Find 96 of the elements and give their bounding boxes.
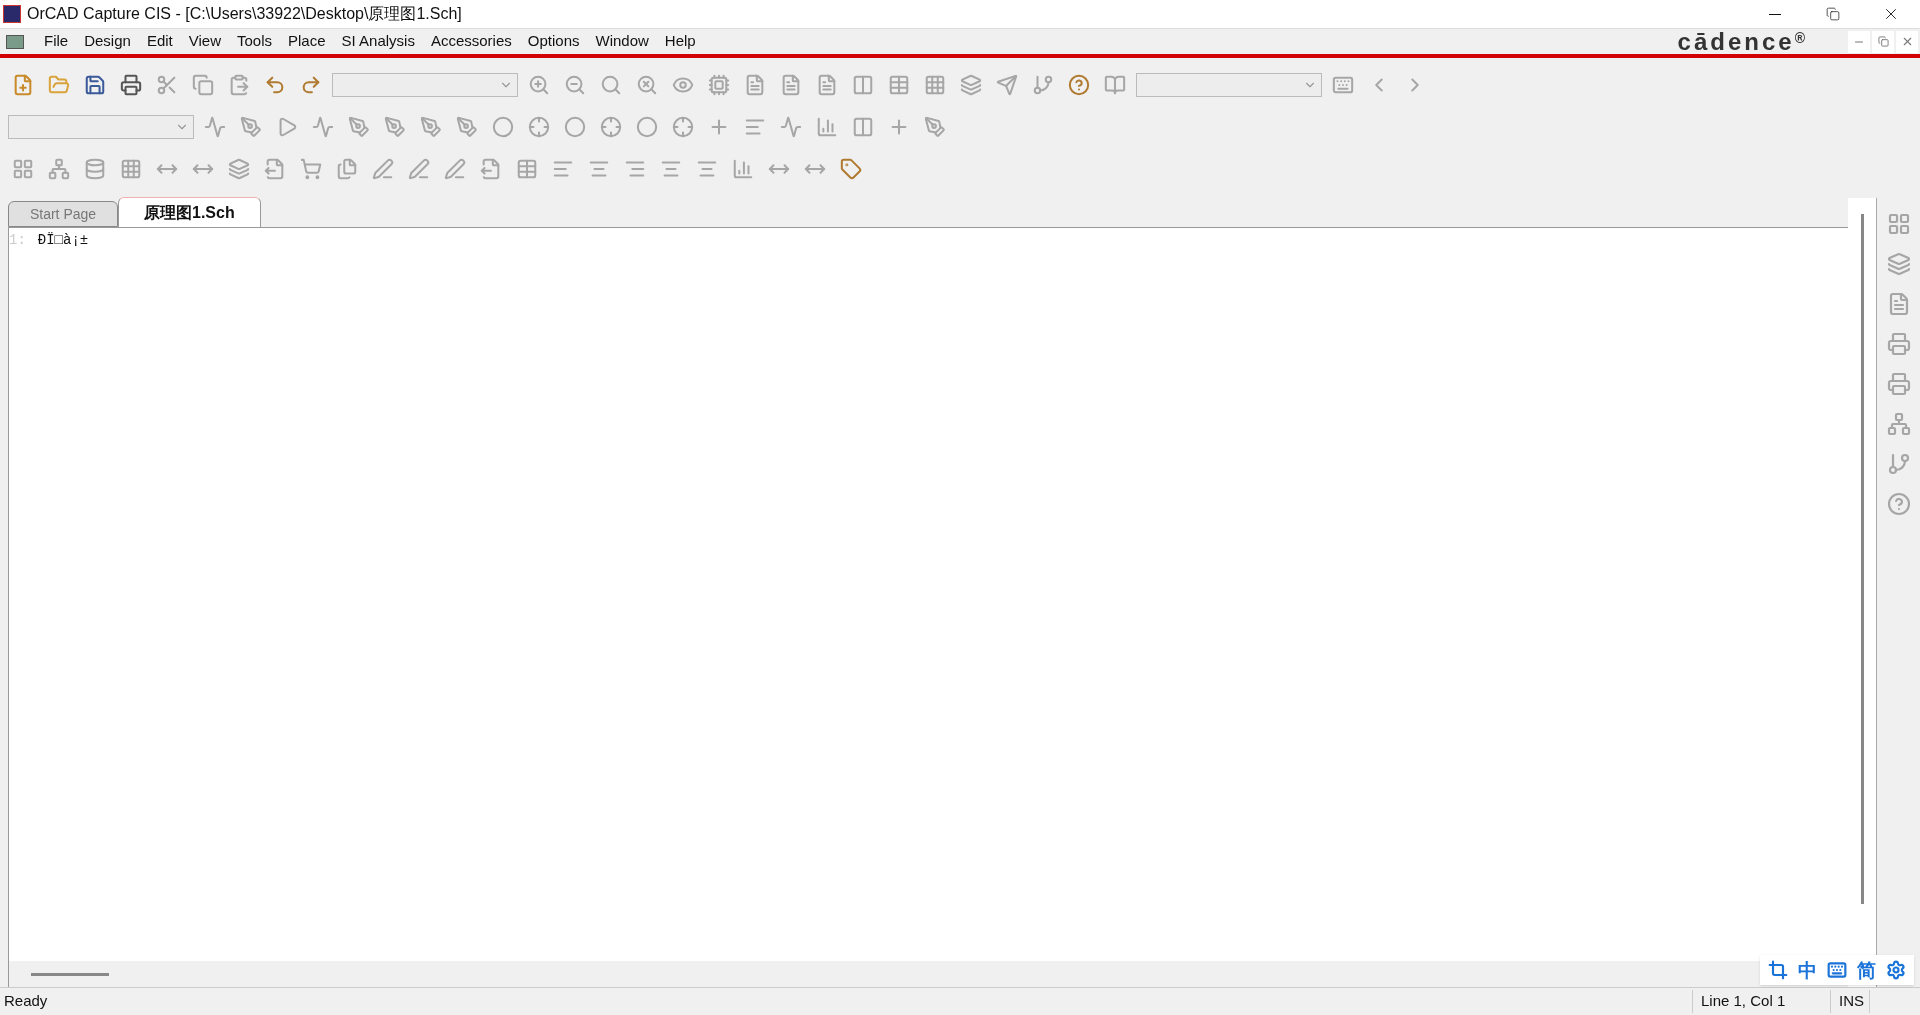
waveform-icon: [204, 116, 226, 138]
settings-icon: [1886, 960, 1906, 980]
pen-icon: [924, 116, 946, 138]
menu-item[interactable]: Tools: [229, 29, 280, 54]
copy-icon: [192, 74, 214, 96]
save-icon: [84, 74, 106, 96]
circle-icon: [564, 116, 586, 138]
send-icon: [996, 74, 1018, 96]
grid-icon: [120, 158, 142, 180]
undo-icon: [264, 74, 286, 96]
close-button[interactable]: [1896, 30, 1918, 53]
menu-item[interactable]: File: [36, 29, 77, 54]
minimize-button[interactable]: [1848, 30, 1870, 53]
menu-item[interactable]: Options: [519, 29, 588, 54]
circle-icon: [636, 116, 658, 138]
dropdown-field[interactable]: [8, 115, 194, 139]
insert-mode: INS: [1830, 990, 1870, 1013]
scrollbar-thumb[interactable]: [31, 972, 109, 976]
ime-mode-button[interactable]: 中: [1798, 960, 1817, 980]
cadence-logo: cādence$^{®}$: [1677, 29, 1808, 54]
help-icon: [1068, 74, 1090, 96]
grid-icon: [12, 158, 34, 180]
grid-icon: [1886, 212, 1911, 236]
menu-item[interactable]: Place: [280, 29, 334, 54]
printer-icon: [1886, 372, 1911, 396]
zoom-in-icon: [528, 74, 550, 96]
menu-item[interactable]: Design: [76, 29, 139, 54]
new-file-icon: [12, 74, 34, 96]
chip-icon: [708, 74, 730, 96]
table-icon: [516, 158, 538, 180]
menu-item[interactable]: Accessories: [422, 29, 520, 54]
menu-item[interactable]: View: [180, 29, 229, 54]
status-message: Ready: [3, 991, 49, 1012]
grid-icon: [924, 74, 946, 96]
files-icon: [336, 158, 358, 180]
cursor-position: Line 1, Col 1: [1692, 990, 1830, 1013]
export-icon: [480, 158, 502, 180]
edit-icon: [372, 158, 394, 180]
menu-item[interactable]: Edit: [138, 29, 181, 54]
help-icon: [1886, 492, 1911, 516]
menu-item[interactable]: SI Analysis: [333, 29, 423, 54]
printer-icon: [120, 74, 142, 96]
export-icon: [264, 158, 286, 180]
book-icon: [1104, 74, 1126, 96]
document-icon: [816, 74, 838, 96]
keyboard-icon: [1332, 74, 1354, 96]
edit-icon: [444, 158, 466, 180]
document-tab[interactable]: Start Page: [8, 201, 118, 227]
crop-button[interactable]: [1768, 960, 1788, 980]
menu-item[interactable]: Window: [587, 29, 657, 54]
bar-chart-icon: [732, 158, 754, 180]
restore-icon: [1826, 7, 1840, 21]
document-icon: [6, 34, 24, 49]
paste-icon: [228, 74, 250, 96]
columns-icon: [852, 74, 874, 96]
restore-icon: [1877, 36, 1889, 47]
redo-icon: [300, 74, 322, 96]
keyboard-button[interactable]: [1827, 960, 1847, 980]
columns-icon: [852, 116, 874, 138]
folder-icon: [48, 74, 70, 96]
waveform-icon: [780, 116, 802, 138]
dropdown-field[interactable]: [1136, 73, 1322, 97]
magnifier-icon: [636, 74, 658, 96]
diagram-icon: [1886, 412, 1911, 436]
document-icon: [744, 74, 766, 96]
crop-icon: [1768, 960, 1788, 980]
scrollbar-thumb[interactable]: [1860, 214, 1864, 904]
cart-icon: [300, 158, 322, 180]
minimize-icon: [1769, 13, 1781, 15]
dropdown-field[interactable]: [332, 73, 518, 97]
network-icon: [48, 158, 70, 180]
database-icon: [84, 158, 106, 180]
waveform-icon: [312, 116, 334, 138]
zoom-out-icon: [564, 74, 586, 96]
document-icon: [780, 74, 802, 96]
restore-button[interactable]: [1872, 30, 1894, 53]
magnifier-icon: [600, 74, 622, 96]
table-icon: [888, 74, 910, 96]
code-line: ÐÏ□à¡±: [37, 231, 89, 250]
window-title: OrCAD Capture CIS - [C:\Users\33922\Desktop\原理图1.Sch]: [27, 4, 463, 24]
pencil-icon: [240, 116, 262, 138]
circle-icon: [492, 116, 514, 138]
scissors-icon: [156, 74, 178, 96]
settings-button[interactable]: [1886, 960, 1906, 980]
ime-mode-button[interactable]: 简: [1857, 960, 1876, 980]
document-tab[interactable]: 原理图1.Sch: [118, 197, 261, 227]
edit-icon: [408, 158, 430, 180]
layers-icon: [1886, 252, 1911, 276]
printer-icon: [1886, 332, 1911, 356]
keyboard-icon: [1827, 960, 1847, 980]
layers-icon: [228, 158, 250, 180]
bar-chart-icon: [816, 116, 838, 138]
tag-icon: [840, 158, 862, 180]
layers-icon: [960, 74, 982, 96]
app-icon: [3, 5, 21, 23]
menu-item[interactable]: Help: [656, 29, 704, 54]
